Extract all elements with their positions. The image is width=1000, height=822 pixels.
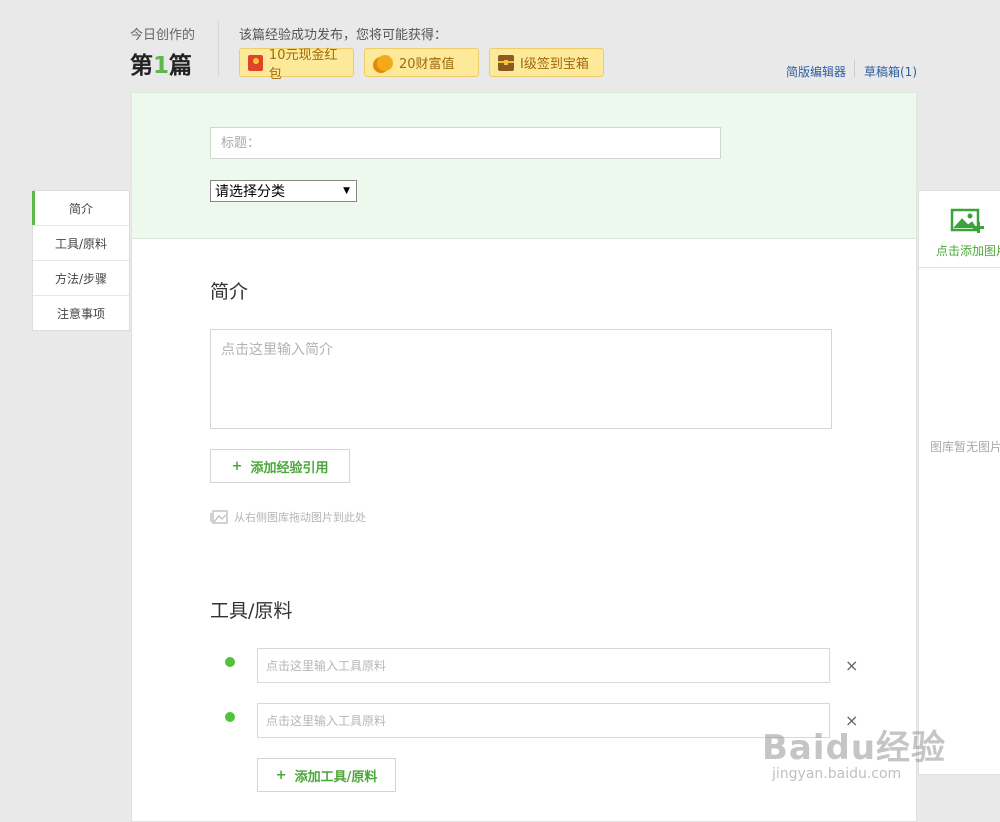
add-tool-button[interactable]: + 添加工具/原料 [257,758,396,792]
tool-input[interactable] [257,703,830,738]
today-created-label: 今日创作的 [130,28,196,43]
no-image-label: 图库暂无图片 [930,440,1000,454]
drag-hint-text: 从右侧图库拖动图片到此处 [234,511,366,524]
section-nav: 简介 工具/原料 方法/步骤 注意事项 [32,190,130,331]
plus-icon: + [231,458,243,474]
watermark-url: jingyan.baidu.com [772,766,902,782]
link-separator [854,60,855,77]
add-tool-label: 添加工具/原料 [294,769,378,785]
remove-tool-icon[interactable]: × [845,656,858,675]
intro-heading: 简介 [210,281,249,303]
reward-label: 10元现金红包 [268,47,338,82]
drag-image-hint: 从右侧图库拖动图片到此处 [210,509,366,525]
image-library-panel [918,190,1000,775]
nav-item-tools[interactable]: 工具/原料 [33,226,129,261]
simple-editor-link[interactable]: 简版编辑器 [786,63,846,80]
reward-label: I级签到宝箱 [520,57,589,72]
reward-label: 20财富值 [399,57,455,72]
dropdown-arrow-icon: ▼ [343,186,350,196]
today-count-prefix: 第 [130,53,153,79]
reward-cash-redpacket: 10元现金红包 [239,48,354,82]
plus-icon: + [275,767,287,783]
reward-wealth: 20财富值 [364,48,479,77]
treasure-chest-icon [498,54,514,71]
reward-title: 该篇经验成功发布，您将可能获得： [239,28,448,43]
tool-input[interactable] [257,648,830,683]
title-input[interactable] [210,127,721,159]
red-packet-icon [248,54,263,71]
tools-heading: 工具/原料 [210,600,293,622]
drafts-link[interactable]: 草稿箱(1) [864,63,917,80]
add-reference-label: 添加经验引用 [250,460,329,476]
today-count-number: 1 [153,53,170,79]
today-count-suffix: 篇 [169,53,193,79]
category-select[interactable]: 请选择分类 ▼ [210,180,357,202]
add-reference-button[interactable]: + 添加经验引用 [210,449,350,483]
header-divider [218,22,219,76]
baidu-watermark-logo: Baidu经验 [762,728,947,768]
intro-textarea[interactable] [210,329,832,429]
tool-bullet-icon [225,657,235,667]
reward-treasure-chest: I级签到宝箱 [489,48,604,77]
tool-bullet-icon [225,712,235,722]
category-selected-value: 请选择分类 [215,184,285,200]
coin-icon [377,54,393,71]
title-area [131,92,917,239]
nav-item-intro[interactable]: 简介 [32,191,129,226]
add-image-label[interactable]: 点击添加图片 [936,242,1000,259]
nav-item-notes[interactable]: 注意事项 [33,296,129,331]
today-count: 第1篇 [130,46,192,80]
image-icon [210,510,228,524]
add-image-icon[interactable] [948,206,984,236]
nav-item-steps[interactable]: 方法/步骤 [33,261,129,296]
